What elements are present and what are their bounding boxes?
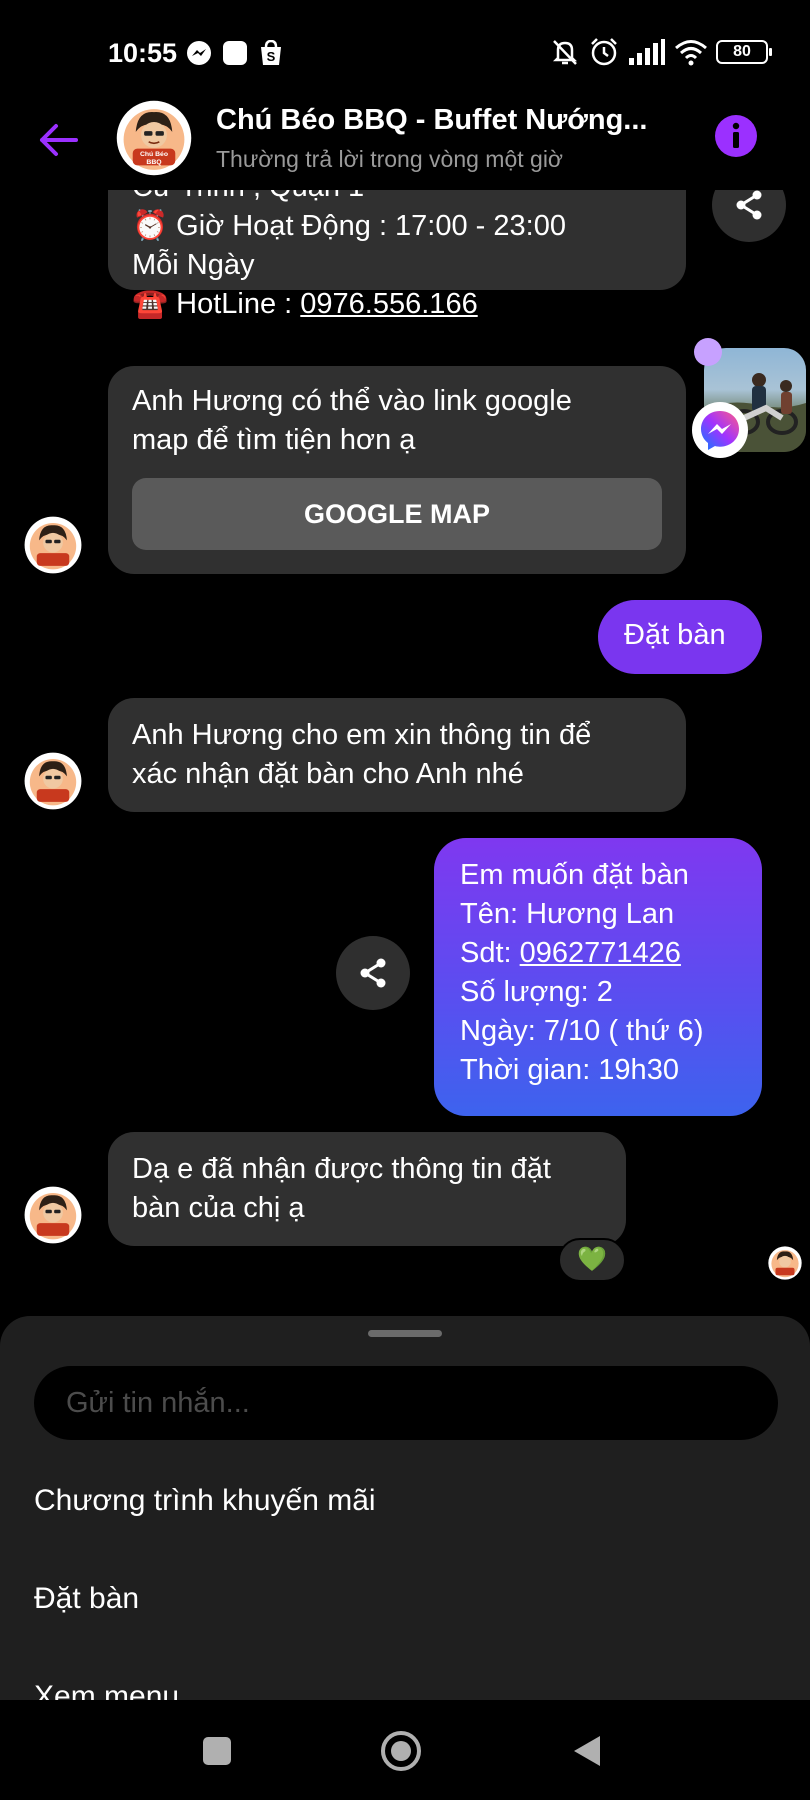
message-list[interactable]: Cư Trinh , Quận 1 ⏰ Giờ Hoạt Động : 17:0… xyxy=(0,190,810,1310)
page-avatar[interactable]: Chú Béo BBQ xyxy=(116,100,192,176)
hotline-line: ☎️ HotLine : 0976.556.166 xyxy=(132,285,662,324)
wifi-icon xyxy=(675,40,707,66)
hotline-label: ☎️ HotLine : xyxy=(132,288,301,320)
details-line: Thời gian: 19h30 xyxy=(460,1054,679,1086)
page-title[interactable]: Chú Béo BBQ - Buffet Nướng... xyxy=(216,104,686,137)
share-button[interactable] xyxy=(336,936,410,1010)
avatar-text-line2: BBQ xyxy=(146,159,162,166)
messenger-status-icon xyxy=(187,41,211,65)
messenger-icon xyxy=(701,411,739,450)
share-icon xyxy=(736,190,762,220)
hotline-link[interactable]: 0976.556.166 xyxy=(300,288,477,320)
message-input[interactable] xyxy=(34,1366,778,1440)
share-button[interactable] xyxy=(712,190,786,242)
back-arrow-icon[interactable] xyxy=(34,116,82,164)
request-line: xác nhận đặt bàn cho Anh nhé xyxy=(132,758,524,790)
system-nav-bar xyxy=(0,1700,810,1800)
green-heart-icon: 💚 xyxy=(577,1246,607,1273)
info-icon[interactable] xyxy=(714,114,758,158)
message-bubble-reserve[interactable]: Đặt bàn xyxy=(598,600,762,674)
share-icon xyxy=(360,958,386,988)
google-map-button[interactable]: GOOGLE MAP xyxy=(132,478,662,550)
quick-reply-promotions[interactable]: Chương trình khuyến mãi xyxy=(34,1484,376,1518)
bell-off-icon xyxy=(552,40,578,65)
quick-reply-menu[interactable]: Xem menu xyxy=(34,1680,179,1700)
details-line: Em muốn đặt bàn xyxy=(460,859,689,891)
phone-label: Sdt: xyxy=(460,937,520,969)
phone-link[interactable]: 0962771426 xyxy=(520,937,681,969)
status-time: 10:55 xyxy=(108,38,178,68)
quick-reply-reserve[interactable]: Đặt bàn xyxy=(34,1582,139,1616)
message-bubble-info[interactable]: Cư Trinh , Quận 1 ⏰ Giờ Hoạt Động : 17:0… xyxy=(108,190,686,320)
sheet-grabber[interactable] xyxy=(368,1330,442,1337)
sender-avatar[interactable] xyxy=(24,752,82,810)
confirm-line: Dạ e đã nhận được thông tin đặt xyxy=(132,1153,551,1185)
details-line: Ngày: 7/10 ( thứ 6) xyxy=(460,1015,704,1047)
chat-header: Chú Béo BBQ Chú Béo BBQ - Buffet Nướng..… xyxy=(0,96,810,196)
map-text-line: Anh Hương có thể vào link google xyxy=(132,385,572,417)
info-line: ⏰ Giờ Hoạt Động : 17:00 - 23:00 xyxy=(132,210,566,242)
svg-text:S: S xyxy=(267,49,276,64)
seen-avatar xyxy=(768,1246,802,1280)
home-circle-icon[interactable] xyxy=(380,1730,422,1772)
messenger-badge xyxy=(692,402,748,458)
alarm-icon xyxy=(591,38,617,66)
unread-dot xyxy=(694,338,722,366)
battery-indicator: 80 xyxy=(716,40,772,64)
details-line: Số lượng: 2 xyxy=(460,976,613,1008)
avatar-text-line1: Chú Béo xyxy=(140,151,168,158)
confirm-line: bàn của chị ạ xyxy=(132,1192,305,1224)
recents-square-icon[interactable] xyxy=(202,1736,232,1766)
details-phone-line: Sdt: 0962771426 xyxy=(460,934,736,973)
sender-avatar[interactable] xyxy=(24,1186,82,1244)
map-text-line: map để tìm tiện hơn ạ xyxy=(132,424,416,456)
sender-avatar[interactable] xyxy=(24,516,82,574)
response-time-subtitle: Thường trả lời trong vòng một giờ xyxy=(216,146,564,172)
shopping-bag-icon: S xyxy=(261,40,281,65)
info-line: Mỗi Ngày xyxy=(132,249,255,281)
reserve-text: Đặt bàn xyxy=(624,619,726,651)
message-bubble-details[interactable]: Em muốn đặt bàn Tên: Hương Lan Sdt: 0962… xyxy=(434,838,762,1116)
status-icons: 80 xyxy=(550,34,772,70)
status-bar: 10:55 S 80 xyxy=(0,0,810,96)
signal-icon xyxy=(629,39,665,65)
message-bubble-confirm[interactable]: Dạ e đã nhận được thông tin đặt bàn của … xyxy=(108,1132,626,1246)
details-line: Tên: Hương Lan xyxy=(460,898,675,930)
message-bubble-request[interactable]: Anh Hương cho em xin thông tin để xác nh… xyxy=(108,698,686,812)
heart-reaction[interactable]: 💚 xyxy=(558,1238,626,1282)
request-line: Anh Hương cho em xin thông tin để xyxy=(132,719,592,751)
quick-reply-sheet: Chương trình khuyến mãi Đặt bàn Xem menu xyxy=(0,1316,810,1700)
back-triangle-icon[interactable] xyxy=(572,1734,602,1768)
app-square-icon xyxy=(223,41,247,65)
info-line: Cư Trinh , Quận 1 xyxy=(132,190,662,207)
